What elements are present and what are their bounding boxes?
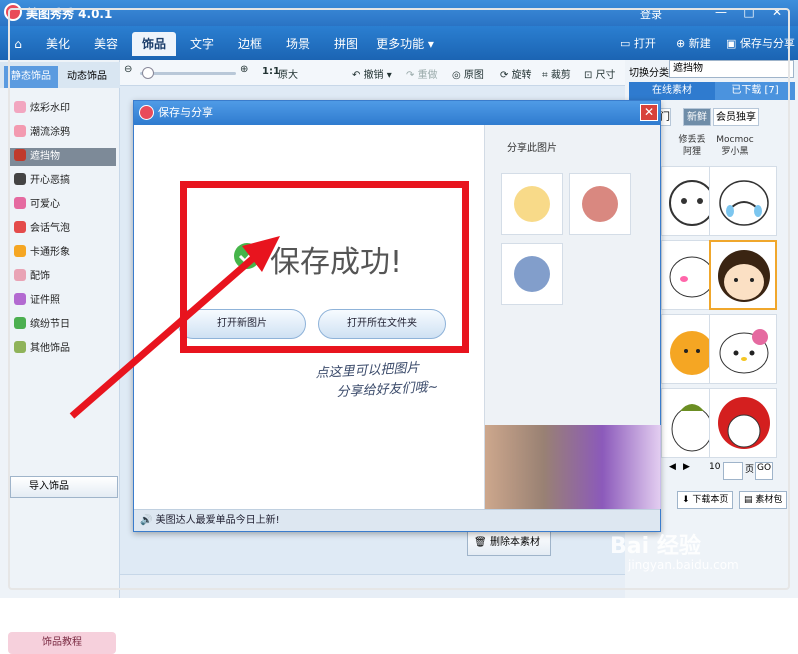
watermark-site: jingyan.baidu.com xyxy=(628,558,739,572)
accessory-tutorial-button[interactable]: 饰品教程 xyxy=(8,632,116,654)
watermark-brand: Bai 经验 xyxy=(610,534,701,559)
app-window: 美图秀秀 4.0.1 登录 — □ ✕ ⌂ 美化 美容 饰品 文字 边框 场景 … xyxy=(0,0,798,654)
baidu-watermark: Bai 经验 jingyan.baidu.com xyxy=(610,528,790,578)
annotation-arrow xyxy=(69,236,280,419)
handwritten-note: 点这里可以把图片 分享给好友们哦~ xyxy=(315,356,477,404)
